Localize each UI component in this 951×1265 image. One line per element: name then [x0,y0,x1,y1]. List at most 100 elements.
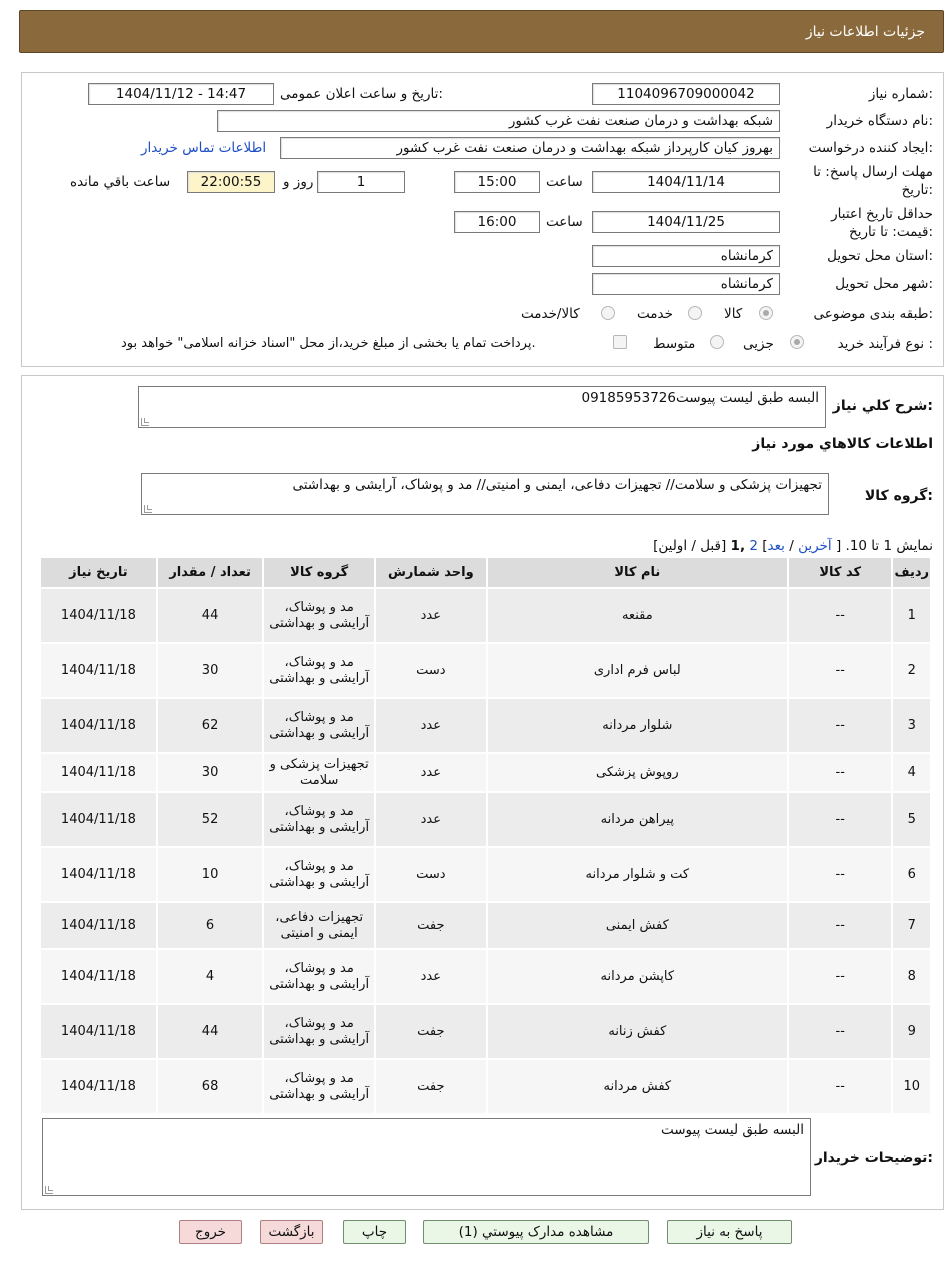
cell-quantity: 44 [155,1003,265,1060]
cell-date: 1404/11/18 [39,642,158,699]
cell-date: 1404/11/18 [39,1058,158,1115]
cell-code: -- [786,642,894,699]
goods-table: ردیف کد کالا نام کالا واحد شمارش گروه کا… [39,556,932,1115]
category-label: طبقه بندی موضوعی: [813,306,933,322]
cell-quantity: 30 [155,752,265,793]
cell-unit: جفت [374,1003,488,1060]
announce-label: تاریخ و ساعت اعلان عمومی: [280,86,443,102]
buyer-org-label: نام دستگاه خریدار: [826,113,933,129]
cell-quantity: 6 [155,901,265,950]
process-label: نوع فرآیند خرید : [837,336,933,352]
page-title: جزئیات اطلاعات نیاز [805,24,925,40]
cell-name: روپوش پزشکی [485,752,789,793]
pagination-prev-first: [قبل / اولین] [653,538,727,554]
cell-quantity: 30 [155,642,265,699]
cell-group: مد و پوشاک، آرایشی و بهداشتی [262,1003,376,1060]
cell-quantity: 10 [155,846,265,903]
cell-date: 1404/11/18 [39,697,158,754]
table-row: 4 -- روپوش پزشکی عدد تجهیزات پزشکی و سلامت 30… [39,752,932,793]
cell-name: پیراهن مردانه [485,791,789,848]
table-row: 10 -- کفش مردانه جفت مد و پوشاک، آرایشی و به… [39,1058,932,1115]
cell-unit: دست [374,846,488,903]
goods-group-text: تجهیزات پزشکی و سلامت// تجهیزات دفاعی، ا… [292,477,822,493]
resize-grip-icon[interactable] [144,505,152,513]
table-row: 3 -- شلوار مردانه عدد مد و پوشاک، آرایشی و ب… [39,697,932,754]
category-option-goods-service: کالا/خدمت [521,306,580,322]
validity-label-line2: قیمت: تا تاریخ: [848,224,933,240]
days-field: 1 [317,171,405,193]
deadline-label-line1: مهلت ارسال پاسخ: تا [813,164,933,180]
cell-row-number: 10 [891,1058,932,1115]
cell-name: کاپشن مردانه [485,948,789,1005]
cell-date: 1404/11/18 [39,901,158,950]
city-field: کرمانشاه [592,273,780,295]
category-radio-goods-service[interactable] [601,306,615,320]
cell-group: مد و پوشاک، آرایشی و بهداشتی [262,846,376,903]
treasury-checkbox[interactable] [613,335,627,349]
goods-section-title: اطلاعات کالاهاي مورد نياز [752,436,933,452]
back-button[interactable]: بازگشت [260,1220,323,1244]
need-number-label: شماره نیاز: [868,86,933,102]
process-radio-medium[interactable] [710,335,724,349]
validity-time-label: ساعت [546,214,583,230]
cell-row-number: 1 [891,587,932,644]
deadline-time-field: 15:00 [454,171,540,193]
cell-name: شلوار مردانه [485,697,789,754]
validity-label-line1: حداقل تاریخ اعتبار [831,206,933,222]
buyer-notes-text: البسه طبق لیست پیوست [660,1122,804,1138]
cell-group: مد و پوشاک، آرایشی و بهداشتی [262,697,376,754]
city-label: شهر محل تحویل: [835,276,933,292]
pagination-last-link[interactable]: آخرین [798,538,832,554]
validity-time-field: 16:00 [454,211,540,233]
payment-note: پرداخت تمام یا بخشی از مبلغ خرید،از محل … [121,336,536,351]
cell-unit: جفت [374,1058,488,1115]
cell-group: مد و پوشاک، آرایشی و بهداشتی [262,1058,376,1115]
buyer-notes-textarea[interactable]: البسه طبق لیست پیوست [42,1118,811,1196]
description-textarea[interactable]: البسه طبق لیست پیوست09185953726 [138,386,826,428]
col-header-date: تاریخ نیاز [39,556,158,589]
cell-name: کفش ایمنی [485,901,789,950]
print-button[interactable]: چاپ [343,1220,406,1244]
cell-code: -- [786,1058,894,1115]
pagination-showing: نمایش 1 تا 10. [845,538,933,554]
col-header-name: نام کالا [485,556,789,589]
pagination-next-link[interactable]: بعد [768,538,785,554]
process-radio-minor[interactable] [790,335,804,349]
pagination-page-1: ,1 [730,538,746,554]
table-header-row: ردیف کد کالا نام کالا واحد شمارش گروه کا… [39,556,932,589]
cell-code: -- [786,752,894,793]
cell-code: -- [786,948,894,1005]
cell-row-number: 4 [891,752,932,793]
cell-row-number: 6 [891,846,932,903]
buyer-notes-label: توضیحات خریدار: [814,1150,933,1166]
cell-name: کت و شلوار مردانه [485,846,789,903]
pagination-open: [ [835,538,842,554]
cell-code: -- [786,1003,894,1060]
table-row: 9 -- کفش زنانه جفت مد و پوشاک، آرایشی و بهدا… [39,1003,932,1060]
remaining-time-field: 22:00:55 [187,171,275,193]
resize-grip-icon[interactable] [141,418,149,426]
col-header-code: کد کالا [786,556,894,589]
cell-group: تجهیزات پزشکی و سلامت [262,752,376,793]
province-label: استان محل تحویل: [827,248,933,264]
cell-row-number: 3 [891,697,932,754]
pagination-page-2[interactable]: 2 [749,538,758,554]
cell-quantity: 68 [155,1058,265,1115]
exit-button[interactable]: خروج [179,1220,242,1244]
category-option-goods: کالا [724,306,743,322]
cell-name: مقنعه [485,587,789,644]
view-attachments-button[interactable]: مشاهده مدارک پیوستي (1) [423,1220,649,1244]
requester-label: ایجاد کننده درخواست: [808,140,933,156]
cell-quantity: 4 [155,948,265,1005]
cell-group: مد و پوشاک، آرایشی و بهداشتی [262,791,376,848]
cell-unit: جفت [374,901,488,950]
cell-row-number: 5 [891,791,932,848]
reply-button[interactable]: پاسخ به نیاز [667,1220,792,1244]
cell-code: -- [786,846,894,903]
goods-group-textarea[interactable]: تجهیزات پزشکی و سلامت// تجهیزات دفاعی، ا… [141,473,829,515]
resize-grip-icon[interactable] [45,1186,53,1194]
remaining-label: ساعت باقي مانده [70,174,171,190]
category-radio-goods[interactable] [759,306,773,320]
category-radio-service[interactable] [688,306,702,320]
contact-info-link[interactable]: اطلاعات تماس خریدار [141,140,266,156]
